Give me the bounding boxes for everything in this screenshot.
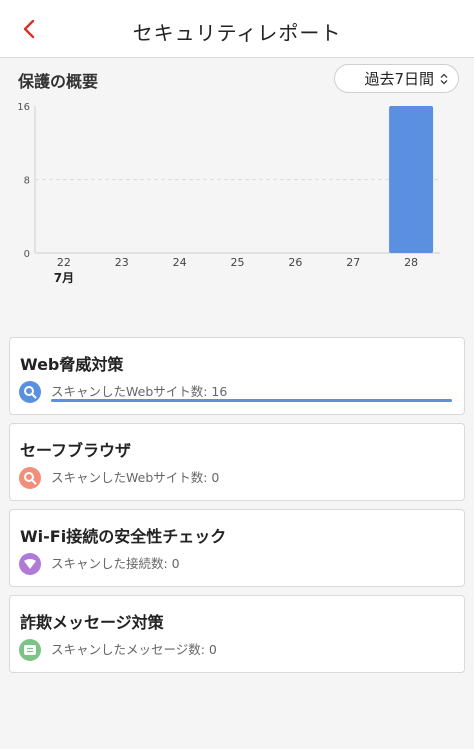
x-tick-label: 24 — [173, 256, 187, 269]
x-tick-label: 22 — [57, 256, 71, 269]
message-icon — [19, 639, 41, 661]
search-icon — [19, 381, 41, 403]
x-tick-label: 23 — [115, 256, 129, 269]
card-title: 詐欺メッセージ対策 — [20, 613, 164, 632]
chart-svg: 0 8 16 22 23 24 25 26 27 28 7月 — [17, 102, 440, 285]
x-tick-label: 27 — [346, 256, 360, 269]
card-web-threat[interactable]: Web脅威対策 スキャンしたWebサイト数: 16 — [9, 337, 465, 415]
wifi-icon — [19, 553, 41, 575]
card-title: Wi-Fi接続の安全性チェック — [20, 527, 227, 546]
bar — [389, 106, 434, 253]
header-bar: セキュリティレポート — [0, 0, 474, 58]
x-tick-label: 26 — [288, 256, 302, 269]
card-wifi-check[interactable]: Wi-Fi接続の安全性チェック スキャンした接続数: 0 — [9, 509, 465, 587]
page-title: セキュリティレポート — [132, 21, 342, 45]
card-subtitle: スキャンしたメッセージ数: 0 — [51, 642, 217, 657]
x-tick-label: 25 — [231, 256, 245, 269]
card-title: Web脅威対策 — [20, 355, 124, 374]
y-tick-label: 8 — [24, 176, 30, 187]
card-safe-browser[interactable]: セーフブラウザ スキャンしたWebサイト数: 0 — [9, 423, 465, 501]
x-tick-label: 28 — [404, 256, 418, 269]
y-tick-label: 16 — [17, 102, 30, 113]
month-label: 7月 — [54, 271, 74, 285]
progress-bar — [51, 399, 452, 402]
card-title: セーフブラウザ — [20, 441, 132, 460]
search-icon — [19, 467, 41, 489]
sort-arrows-icon — [440, 73, 448, 84]
period-label: 過去7日間 — [364, 70, 434, 88]
y-tick-label: 0 — [24, 249, 30, 260]
card-subtitle: スキャンしたWebサイト数: 0 — [51, 470, 220, 485]
card-scam-message[interactable]: 詐欺メッセージ対策 スキャンしたメッセージ数: 0 — [9, 595, 465, 673]
section-title: 保護の概要 — [18, 72, 99, 91]
card-subtitle: スキャンしたWebサイト数: 16 — [51, 384, 228, 399]
protection-chart: 0 8 16 22 23 24 25 26 27 28 7月 — [0, 96, 474, 296]
card-subtitle: スキャンした接続数: 0 — [51, 556, 180, 571]
period-select[interactable]: 過去7日間 — [334, 64, 459, 93]
